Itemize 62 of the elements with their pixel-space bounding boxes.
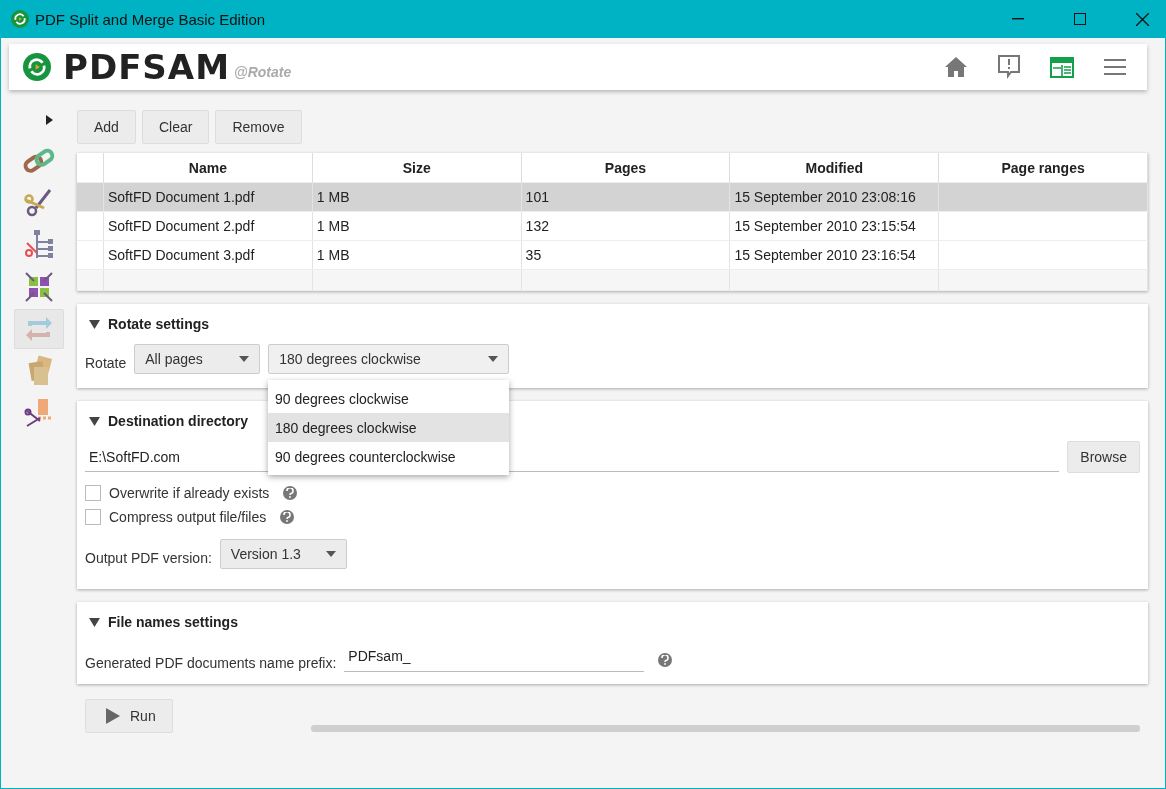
arrows-grid-icon <box>25 272 53 302</box>
table-cell: 35 <box>521 241 731 269</box>
panel-header[interactable]: File names settings <box>85 614 242 630</box>
table-row[interactable]: SoftFD Document 1.pdf 1 MB 101 15 September 2010 23:08:16 <box>77 183 1148 212</box>
pages-dropdown[interactable]: All pages <box>134 344 261 374</box>
menu-item[interactable]: 90 degrees counterclockwise <box>268 442 509 471</box>
exclamation-speech-bubble-icon <box>997 54 1021 80</box>
field-label: Generated PDF documents name prefix: <box>85 655 337 671</box>
rotate-arrows-icon <box>24 316 54 342</box>
table-cell: SoftFD Document 3.pdf <box>104 241 313 269</box>
minimize-icon <box>1012 18 1024 20</box>
chain-link-icon <box>23 147 55 175</box>
toolbar-button[interactable]: Clear <box>141 110 210 144</box>
panel-header[interactable]: Rotate settings <box>85 316 214 332</box>
home-icon <box>944 56 968 78</box>
scissors-icon <box>24 188 54 218</box>
checkbox-label: Compress output file/files <box>109 509 267 525</box>
menu-item[interactable]: 180 degrees clockwise <box>268 413 509 442</box>
table-cell: SoftFD Document 2.pdf <box>104 212 313 240</box>
table-cell: 132 <box>521 212 731 240</box>
pdfsam-logo-icon <box>23 53 51 81</box>
window-title: PDF Split and Merge Basic Edition <box>35 10 267 28</box>
checkbox-label: Overwrite if already exists <box>109 485 270 501</box>
checkbox[interactable] <box>85 485 101 501</box>
table-cell: 15 September 2010 23:16:54 <box>730 241 940 269</box>
table-cell: 1 MB <box>312 241 522 269</box>
prefix-field[interactable]: PDFsam_ <box>344 648 645 672</box>
dashboard-icon <box>1050 56 1074 78</box>
caret-icon <box>239 356 250 362</box>
table-cell: 101 <box>521 183 731 211</box>
table-cell: 1 MB <box>312 212 522 240</box>
caret-icon <box>488 356 499 362</box>
version-dropdown[interactable]: Version 1.3 <box>219 539 347 569</box>
checkbox[interactable] <box>85 509 101 525</box>
app-logo: PDFSAM <box>63 47 230 87</box>
panel-header[interactable]: Destination directory <box>85 413 253 429</box>
table-row[interactable]: SoftFD Document 3.pdf 1 MB 35 15 September 2010 23:16:54 <box>77 241 1148 270</box>
pdfsam-logo-icon <box>11 10 29 28</box>
toolbar-button[interactable]: Add <box>77 110 136 144</box>
close-icon <box>1135 12 1149 26</box>
help-icon[interactable] <box>280 510 295 524</box>
table-cell: 15 September 2010 23:08:16 <box>730 183 940 211</box>
caret-icon <box>325 551 336 557</box>
menu-item[interactable]: 90 degrees clockwise <box>268 384 509 413</box>
module-name: @Rotate <box>234 64 293 80</box>
help-icon[interactable] <box>658 653 673 667</box>
table-cell: 1 MB <box>312 183 522 211</box>
field-label: Output PDF version: <box>85 550 212 566</box>
browse-button[interactable]: Browse <box>1067 441 1140 473</box>
scissors-tree-icon <box>24 229 54 261</box>
help-icon[interactable] <box>283 486 298 500</box>
toolbar-button[interactable]: Remove <box>215 110 302 144</box>
field-label: Rotate <box>85 355 127 371</box>
run-button[interactable]: Run <box>85 699 173 733</box>
rotation-dropdown[interactable]: 180 degrees clockwise <box>268 344 510 374</box>
table-cell: SoftFD Document 1.pdf <box>104 183 313 211</box>
table-row[interactable]: SoftFD Document 2.pdf 1 MB 132 15 September 2010 23:15:54 <box>77 212 1148 241</box>
menu-icon <box>1103 58 1127 76</box>
maximize-icon <box>1074 13 1086 25</box>
play-icon <box>106 708 120 724</box>
table-cell: 15 September 2010 23:15:54 <box>730 212 940 240</box>
scissors-page-icon <box>24 398 54 428</box>
